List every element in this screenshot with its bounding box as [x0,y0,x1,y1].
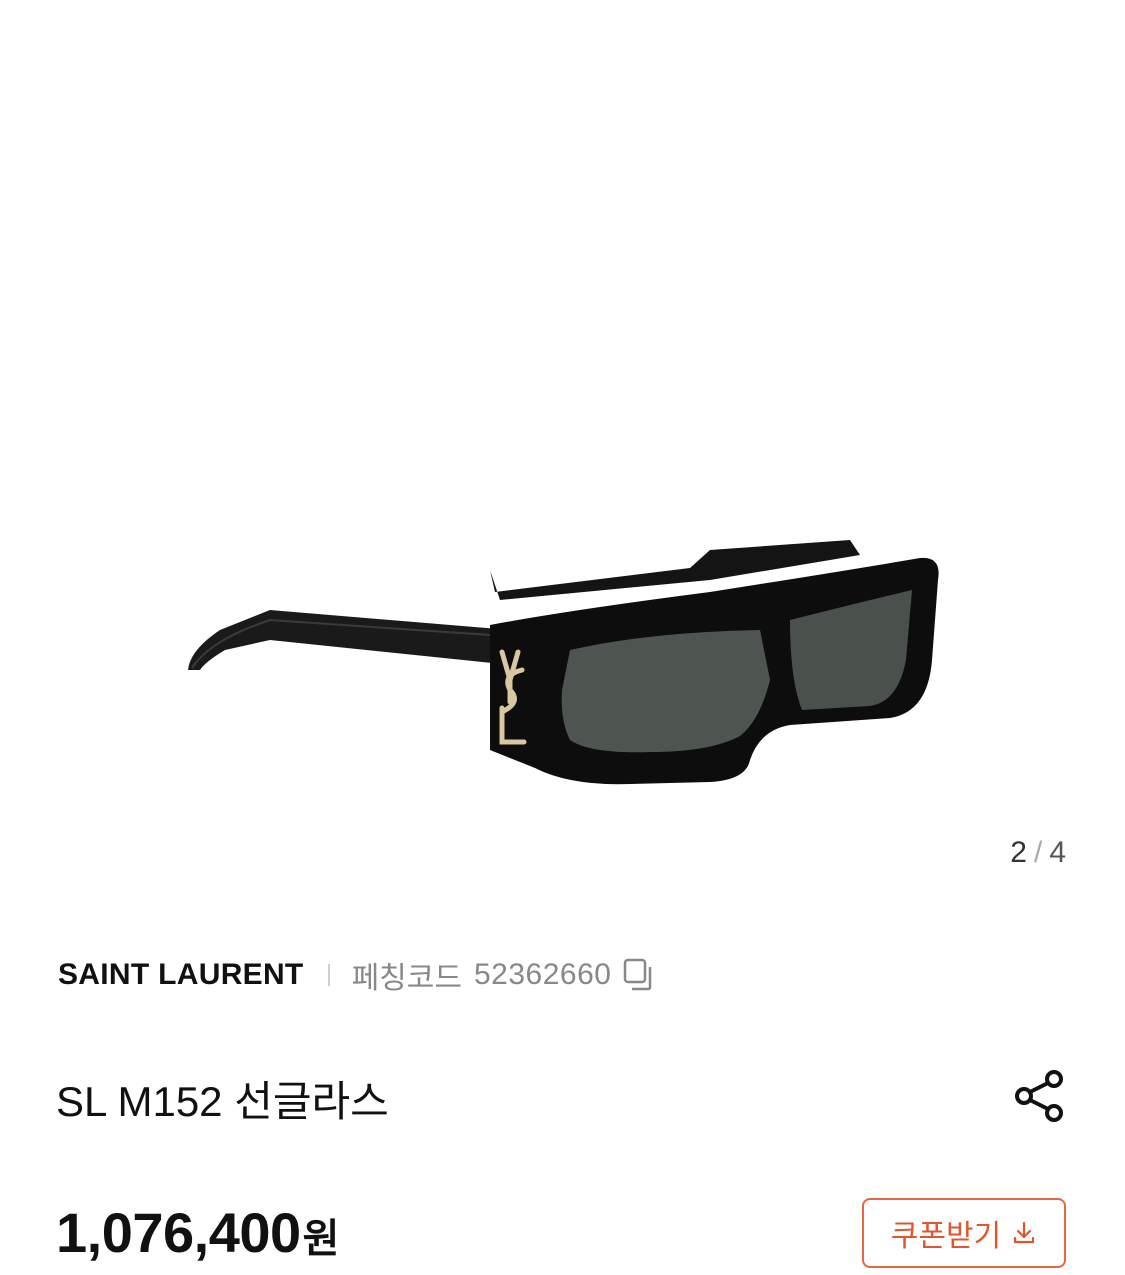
price-row: 1,076,400 원 [56,1200,339,1265]
image-counter-separator: / [1033,836,1044,869]
product-meta-row: SAINT LAURENT 페칭코드 52362660 [58,955,655,995]
image-counter-total: 4 [1049,836,1067,869]
coupon-button-label: 쿠폰받기 [890,1220,1002,1253]
product-code-label: 페칭코드 [351,962,462,995]
product-image-gallery[interactable]: 2/4 [0,0,1125,905]
product-title: SL M152 선글라스 [56,1078,389,1126]
product-image [188,540,939,785]
meta-divider [327,964,330,986]
share-icon[interactable] [1012,1068,1068,1129]
product-price: 1,076,400 [56,1201,301,1264]
copy-icon[interactable] [623,958,655,992]
download-icon [1011,1220,1037,1246]
coupon-button[interactable]: 쿠폰받기 [862,1198,1066,1268]
brand-name[interactable]: SAINT LAURENT [58,958,304,992]
price-currency: 원 [302,1217,340,1261]
product-code-value: 52362660 [473,958,612,991]
image-counter: 2/4 [1010,836,1067,870]
image-counter-current: 2 [1010,836,1028,869]
